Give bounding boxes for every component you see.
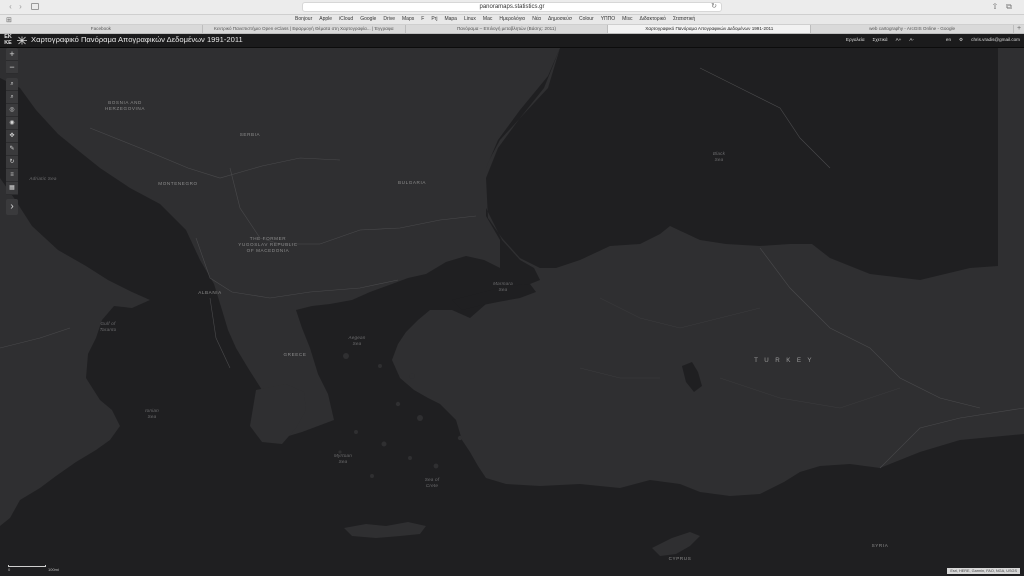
map-controls: + − ⌕ ⌕ ◎ ◉ ✥ ✎ ↻ ≡ ▦ ›	[6, 48, 18, 215]
bookmark-item[interactable]: Ημερολόγιο	[499, 15, 525, 24]
basemap[interactable]	[0, 48, 1024, 576]
tab[interactable]: Πανόραμα – Επιλογή μεταβλητών (Βάσης: 20…	[406, 25, 609, 33]
map-attribution[interactable]: Esri, HERE, Garmin, FAO, NGA, USGS	[947, 568, 1020, 574]
user-email[interactable]: chris.vradis@gmail.com	[971, 34, 1020, 46]
bookmark-item[interactable]: F	[421, 15, 424, 24]
label-macedonia: THE FORMER YUGOSLAV REPUBLIC OF MACEDONIA	[238, 236, 298, 253]
bookmark-item[interactable]: ΥΠΠΟ	[601, 15, 615, 24]
bookmark-item[interactable]: Δημοσιεύσ	[548, 15, 572, 24]
label-marmara-sea: Marmara Sea	[493, 281, 513, 292]
bookmark-item[interactable]: Mac	[483, 15, 492, 24]
refresh-icon[interactable]: ↻	[6, 156, 18, 169]
scale-bar-line	[8, 565, 46, 567]
address-bar[interactable]: panoramaps.statistics.gr ↻	[302, 2, 722, 12]
bookmark-item[interactable]: Στατιστική	[673, 15, 695, 24]
zoom-out-button[interactable]: −	[6, 61, 18, 74]
search-icon[interactable]: ⌕	[6, 78, 18, 91]
eraser-icon[interactable]: ✎	[6, 143, 18, 156]
ekke-logo[interactable]: ΕΚ ΚΕ	[1, 34, 15, 47]
scale-bar: 0 100mi	[8, 565, 59, 572]
bookmark-item[interactable]: Google	[360, 15, 376, 24]
select-region-icon[interactable]: ◉	[6, 117, 18, 130]
list-icon[interactable]: ≡	[6, 169, 18, 182]
label-gulf-taranto: Gulf of Taranto	[99, 321, 117, 332]
browser-toolbar: ‹ › panoramaps.statistics.gr ↻ ⇧ ⧉	[0, 0, 1024, 15]
label-adriatic-sea: Adriatic Sea	[29, 176, 57, 181]
label-ionian-sea: Ionian Sea	[145, 408, 159, 419]
bookmark-item[interactable]: Linux	[464, 15, 476, 24]
label-aegean-sea: Aegean Sea	[348, 335, 366, 346]
compass-icon	[17, 36, 27, 45]
url-text: panoramaps.statistics.gr	[479, 4, 545, 10]
tab[interactable]: Facebook	[0, 25, 203, 33]
tab[interactable]: Κεντρικό Πανεπιστήμιο Open eClass | Εφαρ…	[203, 25, 406, 33]
tab-bar: Facebook Κεντρικό Πανεπιστήμιο Open eClas…	[0, 25, 1024, 34]
label-albania: ALBANIA	[198, 290, 222, 295]
label-turkey: T U R K E Y	[754, 357, 814, 364]
app-title: Χαρτογραφικό Πανόραμα Απογραφικών Δεδομέ…	[31, 35, 243, 44]
tabs-overview-icon[interactable]: ⧉	[1005, 3, 1013, 11]
scale-end: 100mi	[48, 567, 59, 572]
label-cyprus: CYPRUS	[668, 556, 692, 561]
label-bosnia: BOSNIA AND HERZEGOVINA	[104, 100, 146, 111]
language-switch[interactable]: en	[946, 34, 951, 46]
tool-controls: ⌕ ⌕ ◎ ◉ ✥ ✎ ↻ ≡ ▦	[6, 78, 18, 195]
bookmark-item[interactable]: Bonjour	[295, 15, 312, 24]
locate-icon[interactable]: ◎	[6, 104, 18, 117]
bookmark-list: Bonjour Apple iCloud Google Drive Maps F Prj Map…	[295, 15, 695, 24]
tab[interactable]: web cartography - ArcGIS Online - Google	[811, 25, 1014, 33]
label-greece: GREECE	[283, 352, 307, 357]
bookmarks-bar: ⊞ Bonjour Apple iCloud Google Drive Maps F Prj M…	[0, 15, 1024, 25]
map-view[interactable]: BOSNIA AND HERZEGOVINA SERBIA MONTENEGRO …	[0, 48, 1024, 576]
zoom-in-button[interactable]: +	[6, 48, 18, 61]
expand-panel-button[interactable]: ›	[6, 199, 18, 215]
label-black-sea: Black Sea	[712, 151, 726, 162]
back-icon[interactable]: ‹	[6, 3, 15, 11]
bookmark-item[interactable]: Misc	[622, 15, 632, 24]
bookmark-item[interactable]: Διδακτορικό	[639, 15, 665, 24]
scale-start: 0	[8, 567, 11, 572]
bookmark-item[interactable]: Prj	[431, 15, 437, 24]
label-serbia: SERBIA	[239, 132, 261, 137]
bookmark-item[interactable]: Apple	[319, 15, 332, 24]
zoom-search-icon[interactable]: ⌕	[6, 91, 18, 104]
tools-link[interactable]: Εργαλεία	[846, 34, 865, 46]
font-increase-button[interactable]: A+	[896, 34, 902, 46]
label-sea-crete: Sea of Crete	[424, 477, 440, 488]
bookmark-item[interactable]: Colour	[579, 15, 594, 24]
app-header: ΕΚ ΚΕ Χαρτογραφικό Πανόραμα Απογραφικών …	[0, 34, 1024, 48]
layers-icon[interactable]: ▦	[6, 182, 18, 195]
label-myrtoan-sea: Myrtoan Sea	[334, 453, 352, 464]
about-link[interactable]: Σχετικά	[873, 34, 888, 46]
new-tab-button[interactable]: +	[1014, 25, 1024, 33]
share-icon[interactable]: ⇧	[991, 3, 999, 11]
font-decrease-button[interactable]: A-	[909, 34, 914, 46]
pan-icon[interactable]: ✥	[6, 130, 18, 143]
label-montenegro: MONTENEGRO	[158, 181, 198, 186]
bookmark-item[interactable]: Νέα	[532, 15, 541, 24]
bookmark-item[interactable]: Mapa	[444, 15, 457, 24]
user-icon[interactable]: ⚙	[959, 34, 963, 46]
forward-icon[interactable]: ›	[16, 3, 25, 11]
bookmarks-grid-icon[interactable]: ⊞	[6, 16, 12, 24]
reload-icon[interactable]: ↻	[711, 3, 717, 11]
label-syria: SYRIA	[871, 543, 889, 548]
tab-active[interactable]: Χαρτογραφικό Πανόραμα Απογραφικών Δεδομέ…	[608, 25, 812, 33]
sidebar-icon[interactable]	[31, 3, 39, 10]
header-right: Εργαλεία Σχετικά A+ A- en ⚙ chris.vradis…	[846, 34, 1020, 46]
label-bulgaria: BULGARIA	[397, 180, 427, 185]
bookmark-item[interactable]: Maps	[402, 15, 414, 24]
zoom-controls: + −	[6, 48, 18, 74]
bookmark-item[interactable]: iCloud	[339, 15, 353, 24]
bookmark-item[interactable]: Drive	[383, 15, 395, 24]
